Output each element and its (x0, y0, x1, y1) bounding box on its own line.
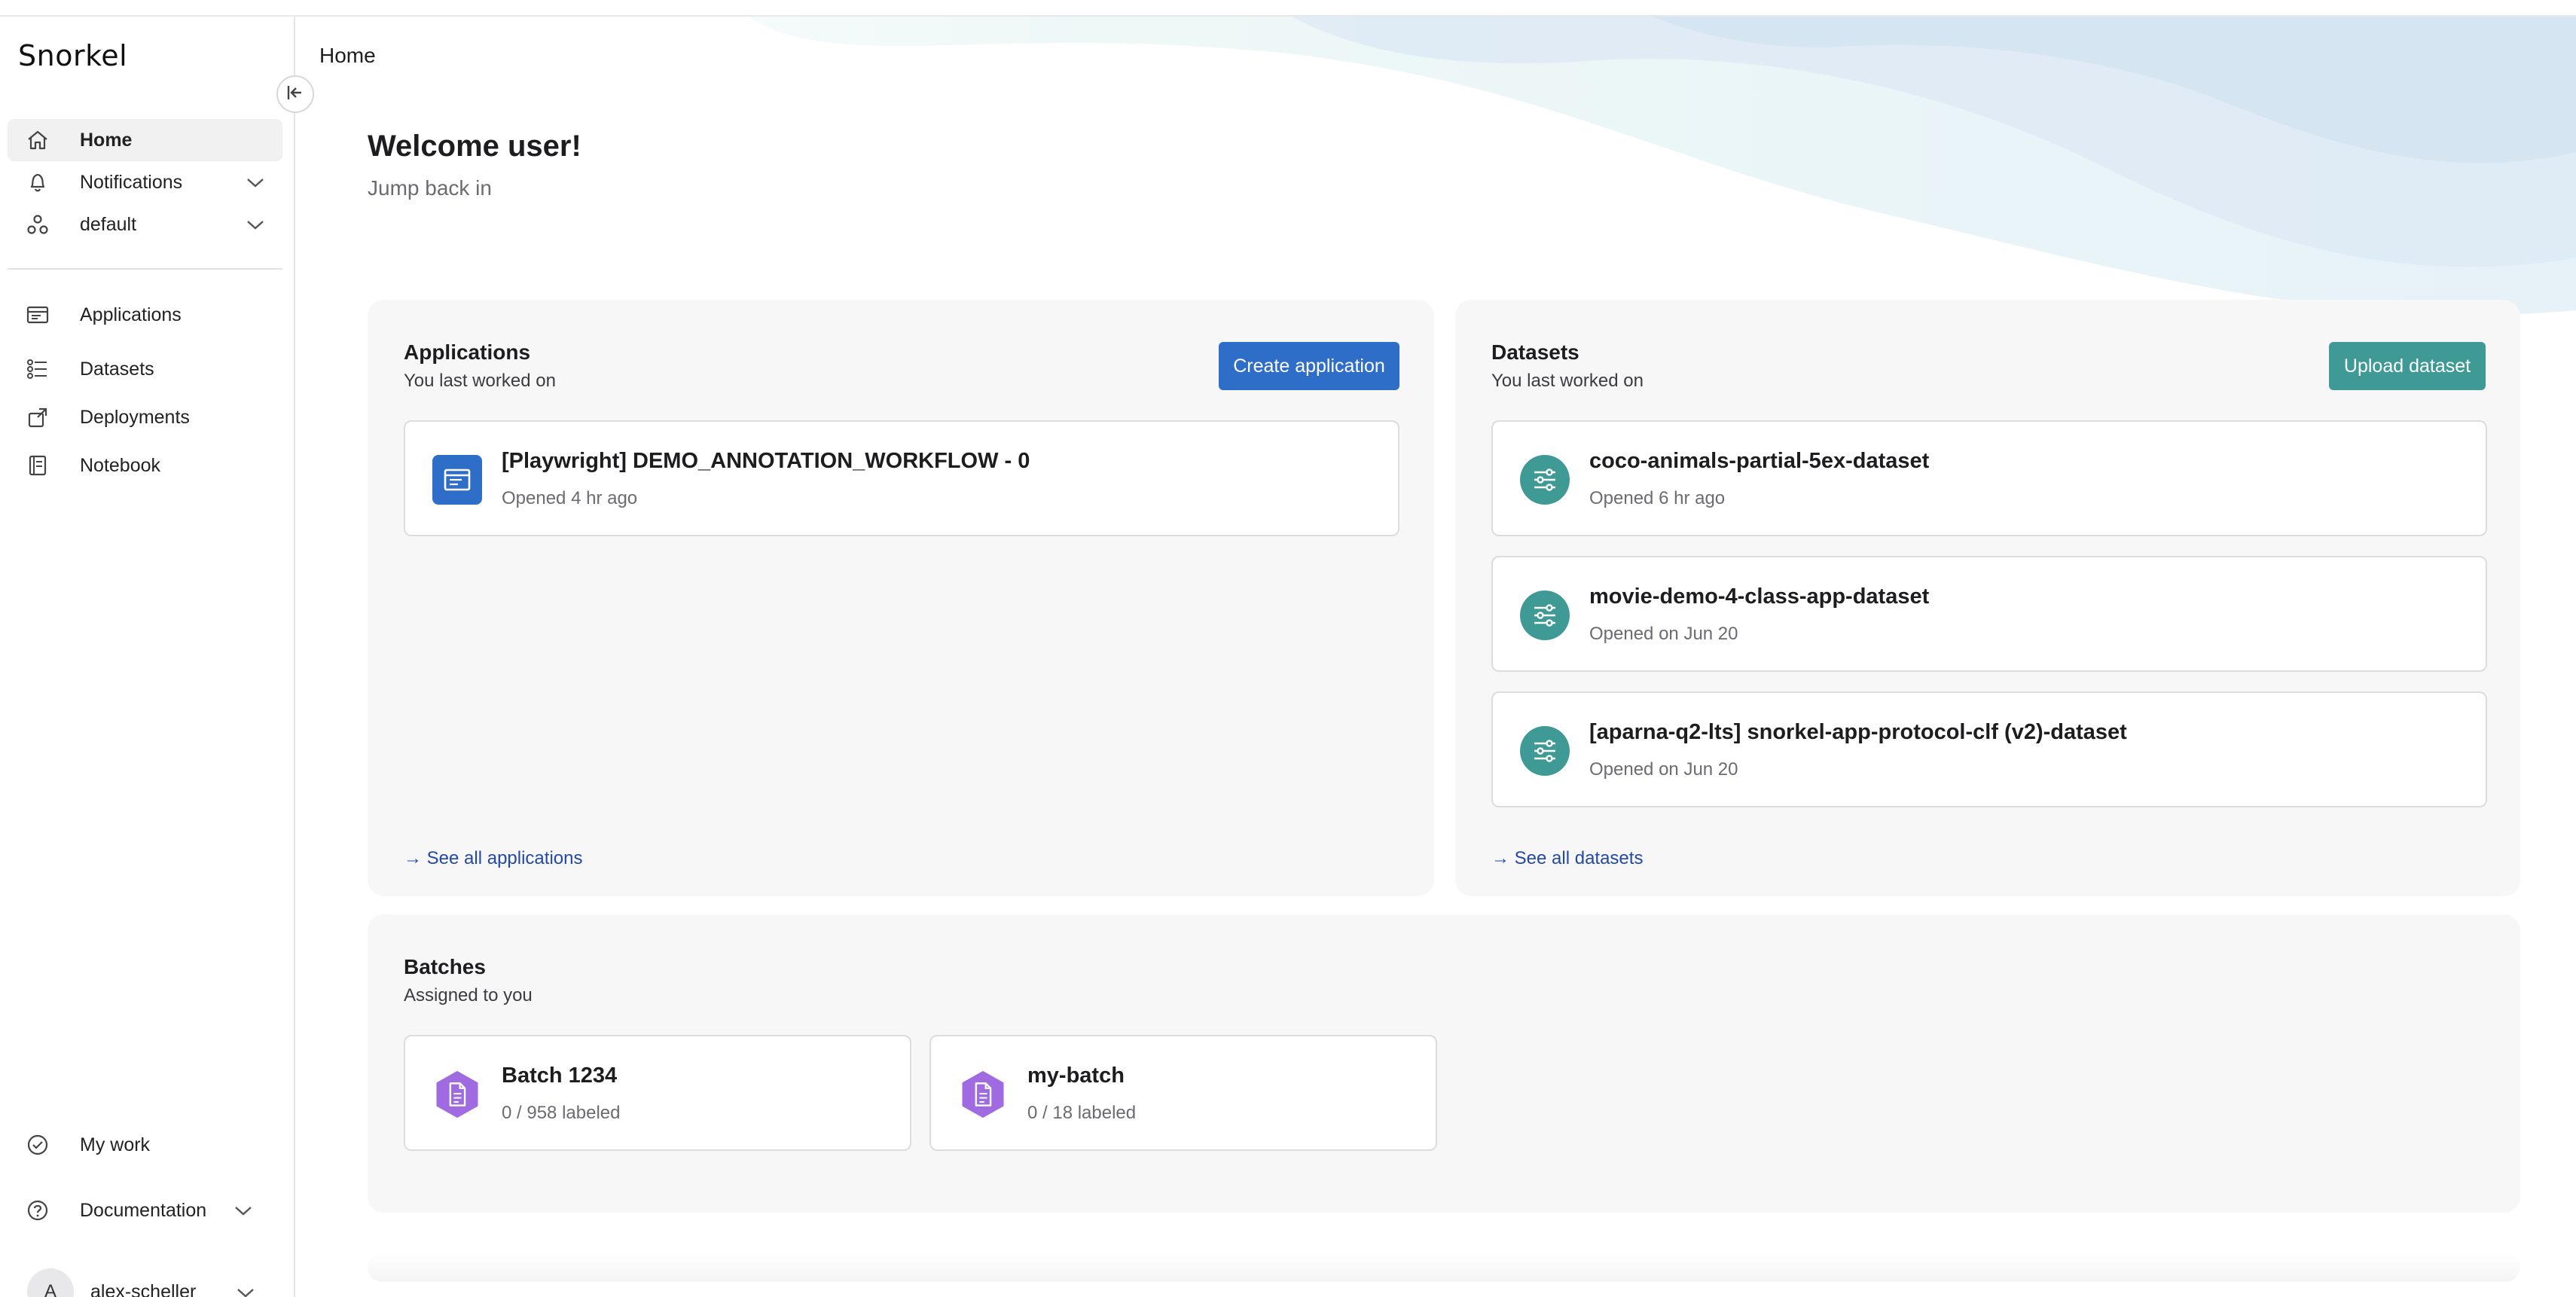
chevron-down-icon[interactable] (235, 1283, 256, 1297)
next-panel-edge (368, 1252, 2520, 1282)
see-all-applications-link[interactable]: → See all applications (404, 848, 582, 869)
datasets-title: Datasets (1491, 340, 1579, 364)
bell-icon (26, 171, 60, 194)
dataset-card[interactable]: movie-demo-4-class-app-dataset Opened on… (1491, 556, 2487, 672)
batches-panel: Batches Assigned to you Batch 1234 0 / 9… (368, 914, 2520, 1213)
batch-name: Batch 1234 (502, 1064, 618, 1088)
sidebar-item-my-work[interactable]: My work (8, 1124, 282, 1166)
snorkel-logo: Snorkel (18, 39, 128, 72)
sidebar-item-deployments[interactable]: Deployments (8, 396, 282, 438)
dataset-meta: Opened on Jun 20 (1589, 759, 1738, 780)
dataset-icon (1520, 726, 1570, 776)
sidebar-item-notebook[interactable]: Notebook (8, 444, 282, 487)
workspace-icon (26, 213, 60, 236)
page-subtitle: Jump back in (368, 176, 492, 200)
sidebar-item-label: Datasets (80, 358, 154, 380)
see-all-datasets-link[interactable]: → See all datasets (1491, 848, 1643, 869)
top-border (0, 0, 2576, 17)
notebook-icon (26, 454, 60, 477)
sidebar-item-datasets[interactable]: Datasets (8, 348, 282, 390)
sidebar-item-label: Documentation (80, 1199, 207, 1221)
batches-title: Batches (404, 955, 486, 978)
datasets-panel: Datasets You last worked on Upload datas… (1455, 300, 2520, 896)
sidebar: Snorkel Home Notifications default Appli… (0, 17, 295, 1297)
collapse-left-icon (285, 84, 305, 105)
applications-title: Applications (404, 340, 531, 364)
upload-dataset-button[interactable]: Upload dataset (2329, 342, 2486, 390)
batches-subtitle: Assigned to you (404, 985, 533, 1006)
chevron-down-icon[interactable] (233, 1201, 254, 1223)
sidebar-item-label: Home (80, 129, 133, 151)
deployments-icon (26, 406, 60, 429)
sidebar-item-documentation[interactable]: Documentation (8, 1189, 282, 1231)
user-menu[interactable]: A alex-scheller (27, 1268, 268, 1297)
dataset-name: [aparna-q2-lts] snorkel-app-protocol-clf… (1589, 720, 2127, 744)
sidebar-item-label: Applications (80, 304, 182, 325)
check-circle-icon (26, 1134, 60, 1156)
sidebar-item-home[interactable]: Home (8, 119, 282, 161)
background-wave (297, 17, 2576, 315)
dataset-icon (1520, 591, 1570, 640)
application-card[interactable]: [Playwright] DEMO_ANNOTATION_WORKFLOW - … (404, 420, 1399, 536)
sidebar-item-applications[interactable]: Applications (8, 294, 282, 336)
batch-card[interactable]: my-batch 0 / 18 labeled (929, 1035, 1437, 1151)
batch-document-icon (432, 1070, 482, 1119)
dataset-name: coco-animals-partial-5ex-dataset (1589, 449, 1930, 473)
chevron-down-icon[interactable] (245, 173, 266, 195)
help-circle-icon (26, 1199, 60, 1222)
batch-card[interactable]: Batch 1234 0 / 958 labeled (404, 1035, 911, 1151)
user-name: alex-scheller (90, 1280, 197, 1297)
dataset-meta: Opened 6 hr ago (1589, 488, 1726, 508)
page-title: Welcome user! (368, 130, 581, 163)
applications-icon (26, 304, 60, 326)
applications-subtitle: You last worked on (404, 371, 556, 391)
batch-progress: 0 / 958 labeled (502, 1103, 621, 1123)
batch-document-icon (958, 1070, 1008, 1119)
home-icon (26, 129, 60, 151)
dataset-name: movie-demo-4-class-app-dataset (1589, 584, 1930, 609)
dataset-meta: Opened on Jun 20 (1589, 624, 1738, 644)
collapse-sidebar-button[interactable] (276, 75, 314, 113)
create-application-button[interactable]: Create application (1219, 342, 1399, 390)
breadcrumb: Home (319, 44, 376, 67)
sidebar-item-label: My work (80, 1134, 151, 1155)
dataset-icon (1520, 455, 1570, 505)
application-meta: Opened 4 hr ago (502, 488, 638, 508)
chevron-down-icon[interactable] (245, 215, 266, 237)
sidebar-item-workspace[interactable]: default (8, 203, 282, 246)
batch-progress: 0 / 18 labeled (1027, 1103, 1137, 1123)
dataset-card[interactable]: coco-animals-partial-5ex-dataset Opened … (1491, 420, 2487, 536)
sidebar-item-notifications[interactable]: Notifications (8, 161, 282, 203)
application-name: [Playwright] DEMO_ANNOTATION_WORKFLOW - … (502, 449, 1030, 473)
batch-name: my-batch (1027, 1064, 1125, 1088)
datasets-icon (26, 358, 60, 380)
sidebar-item-label: default (80, 213, 137, 235)
main-content: Home Welcome user! Jump back in Applicat… (297, 17, 2576, 1297)
sidebar-divider (8, 268, 282, 270)
sidebar-item-label: Notifications (80, 171, 183, 193)
dataset-card[interactable]: [aparna-q2-lts] snorkel-app-protocol-clf… (1491, 691, 2487, 807)
datasets-subtitle: You last worked on (1491, 371, 1644, 391)
sidebar-item-label: Deployments (80, 406, 190, 428)
applications-panel: Applications You last worked on Create a… (368, 300, 1434, 896)
sidebar-item-label: Notebook (80, 454, 161, 476)
application-icon (432, 455, 482, 505)
avatar: A (27, 1268, 74, 1297)
